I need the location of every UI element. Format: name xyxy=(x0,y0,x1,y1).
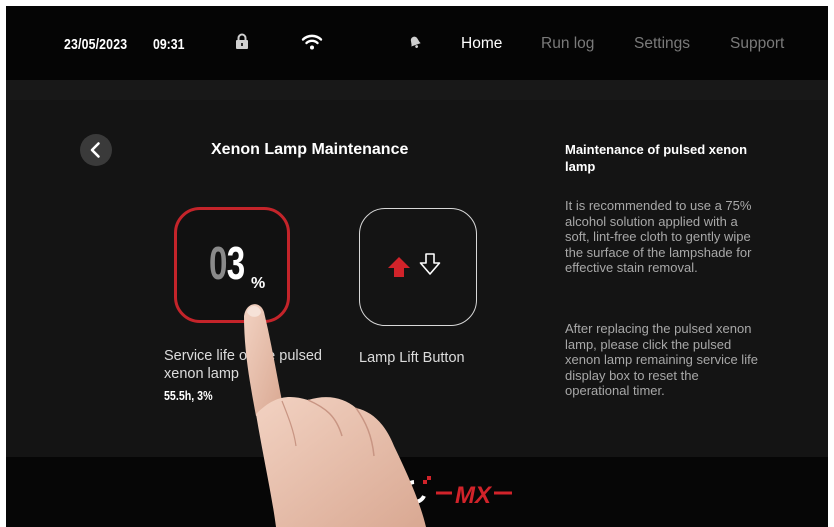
life-digit-ones: 3 xyxy=(226,237,245,289)
info-paragraph-reset: After replacing the pulsed xenon lamp, p… xyxy=(565,321,758,398)
wifi-icon xyxy=(301,33,323,56)
info-title: Maintenance of pulsed xenon lamp xyxy=(565,142,748,174)
status-time: 09:31 xyxy=(153,36,185,53)
lock-icon xyxy=(235,33,249,55)
life-digits: 03 xyxy=(209,237,245,289)
pointing-hand-image xyxy=(216,296,446,527)
nav-settings[interactable]: Settings xyxy=(634,35,690,53)
nav-support[interactable]: Support xyxy=(730,35,784,53)
back-button[interactable] xyxy=(80,134,112,166)
info-paragraph-cleaning: It is recommended to use a 75% alcohol s… xyxy=(565,198,752,275)
nav-home[interactable]: Home xyxy=(461,35,502,53)
top-status-bar: 23/05/2023 09:31 Home Run log Settings S… xyxy=(6,6,828,80)
device-screen: 23/05/2023 09:31 Home Run log Settings S… xyxy=(6,6,828,527)
page-title: Xenon Lamp Maintenance xyxy=(211,141,409,158)
chevron-left-icon xyxy=(90,142,100,158)
lamp-life-hours-percent: 55.5h, 3% xyxy=(164,388,213,403)
life-percent-unit: % xyxy=(251,275,266,292)
arrow-up-icon xyxy=(387,256,410,277)
header-divider-band xyxy=(6,80,828,100)
logo-text: MX xyxy=(455,482,493,509)
life-digit-tens: 0 xyxy=(209,237,227,289)
arrow-down-icon xyxy=(419,252,440,275)
nav-run-log[interactable]: Run log xyxy=(541,35,594,53)
bell-icon[interactable] xyxy=(407,34,423,55)
status-date: 23/05/2023 xyxy=(64,36,128,53)
